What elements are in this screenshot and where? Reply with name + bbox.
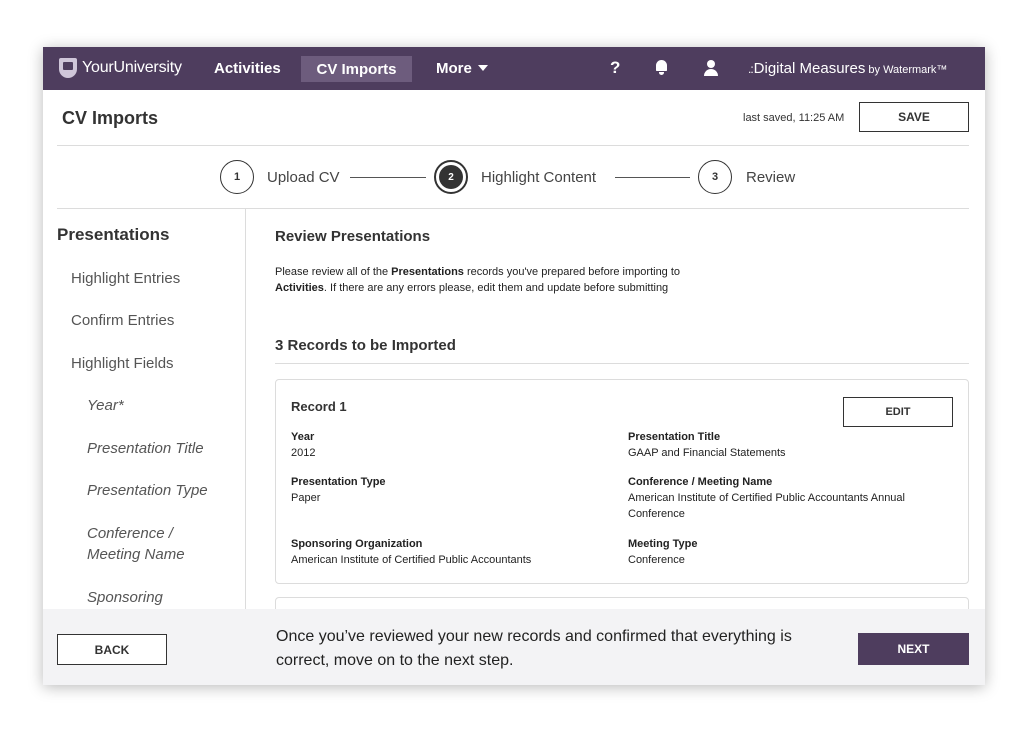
logo-text: YourUniversity <box>82 59 182 76</box>
field-label: Conference / Meeting Name <box>628 476 773 488</box>
digital-measures-brand: .:Digital Measures by Watermark™ <box>748 60 947 77</box>
save-button[interactable]: SAVE <box>859 102 969 132</box>
step-2-number: 2 <box>439 165 463 189</box>
step-3-circle[interactable]: 3 <box>698 160 732 194</box>
records-count: 3 Records to be Imported <box>275 337 456 354</box>
bell-icon[interactable] <box>655 60 668 75</box>
field-conference-meeting-name: Conference / Meeting Name American Insti… <box>628 475 958 522</box>
sidebar-subitem-presentation-type[interactable]: Presentation Type <box>87 480 208 501</box>
sidebar-item-confirm-entries[interactable]: Confirm Entries <box>71 312 174 329</box>
help-icon[interactable]: ? <box>610 58 620 78</box>
field-label: Presentation Title <box>628 431 721 443</box>
sidebar-subitem-conference-meeting-name[interactable]: Conference / Meeting Name <box>87 523 217 565</box>
next-button[interactable]: NEXT <box>858 633 969 665</box>
field-value: Paper <box>291 492 321 504</box>
step-3-label[interactable]: Review <box>746 169 795 186</box>
field-value: 2012 <box>291 447 316 459</box>
field-label: Presentation Type <box>291 476 386 488</box>
nav-cv-imports[interactable]: CV Imports <box>301 56 412 82</box>
brand-dots-icon: .: <box>748 62 754 76</box>
records-divider <box>275 363 969 364</box>
sidebar-title: Presentations <box>57 225 170 244</box>
sidebar-subitem-sponsoring[interactable]: Sponsoring <box>87 587 163 608</box>
shield-icon <box>59 58 77 78</box>
field-value: Conference <box>628 554 685 566</box>
step-1-circle[interactable]: 1 <box>220 160 254 194</box>
header-divider <box>57 145 969 146</box>
intro-bold-activities: Activities <box>275 282 324 294</box>
field-meeting-type: Meeting Type Conference <box>628 537 958 568</box>
top-nav: YourUniversity Activities CV Imports Mor… <box>43 47 985 90</box>
chevron-down-icon <box>477 65 488 71</box>
back-button[interactable]: BACK <box>57 634 167 665</box>
sidebar-item-highlight-entries[interactable]: Highlight Entries <box>71 270 180 287</box>
page-title: CV Imports <box>62 108 159 128</box>
field-value: American Institute of Certified Public A… <box>628 492 905 520</box>
step-connector-1 <box>350 177 426 178</box>
university-logo[interactable]: YourUniversity <box>59 58 182 78</box>
field-year: Year 2012 <box>291 430 621 461</box>
app-window: YourUniversity Activities CV Imports Mor… <box>43 47 985 685</box>
step-2-circle[interactable]: 2 <box>434 160 468 194</box>
intro-part-2: records you've prepared before importing… <box>463 266 681 278</box>
footer-bar: BACK Once you’ve reviewed your new recor… <box>43 609 985 685</box>
brand-by: by Watermark™ <box>868 64 948 76</box>
field-label: Sponsoring Organization <box>291 538 423 550</box>
nav-more-label: More <box>436 60 472 77</box>
main-title: Review Presentations <box>275 228 431 245</box>
field-presentation-title: Presentation Title GAAP and Financial St… <box>628 430 958 461</box>
intro-part-3: . If there are any errors please, edit t… <box>323 282 669 294</box>
field-value: GAAP and Financial Statements <box>628 447 786 459</box>
edit-button[interactable]: EDIT <box>843 397 953 427</box>
sidebar-subitem-presentation-title[interactable]: Presentation Title <box>87 438 204 459</box>
intro-bold-presentations: Presentations <box>391 266 464 278</box>
step-2-label[interactable]: Highlight Content <box>481 169 596 186</box>
footer-message: Once you’ve reviewed your new records an… <box>276 628 792 669</box>
step-connector-2 <box>615 177 690 178</box>
user-icon[interactable] <box>704 60 718 76</box>
last-saved-text: last saved, 11:25 AM <box>743 112 845 124</box>
intro-part-1: Please review all of the <box>275 266 392 278</box>
step-1-label[interactable]: Upload CV <box>267 169 340 186</box>
sidebar-subitem-year[interactable]: Year* <box>87 395 124 416</box>
nav-activities[interactable]: Activities <box>214 60 281 77</box>
nav-cv-imports-label: CV Imports <box>316 60 397 78</box>
brand-text: Digital Measures <box>753 60 866 77</box>
field-label: Meeting Type <box>628 538 698 550</box>
field-value: American Institute of Certified Public A… <box>291 554 532 566</box>
record-card: Record 1 EDIT Year 2012 Presentation Tit… <box>275 379 969 584</box>
field-presentation-type: Presentation Type Paper <box>291 475 621 506</box>
field-sponsoring-organization: Sponsoring Organization American Institu… <box>291 537 621 568</box>
field-label: Year <box>291 431 315 443</box>
nav-more[interactable]: More <box>436 60 488 77</box>
sidebar-item-highlight-fields[interactable]: Highlight Fields <box>71 355 174 372</box>
record-title: Record 1 <box>291 399 347 414</box>
intro-text: Please review all of the Presentations r… <box>275 264 685 296</box>
sidebar: Presentations Highlight Entries Confirm … <box>43 209 246 609</box>
